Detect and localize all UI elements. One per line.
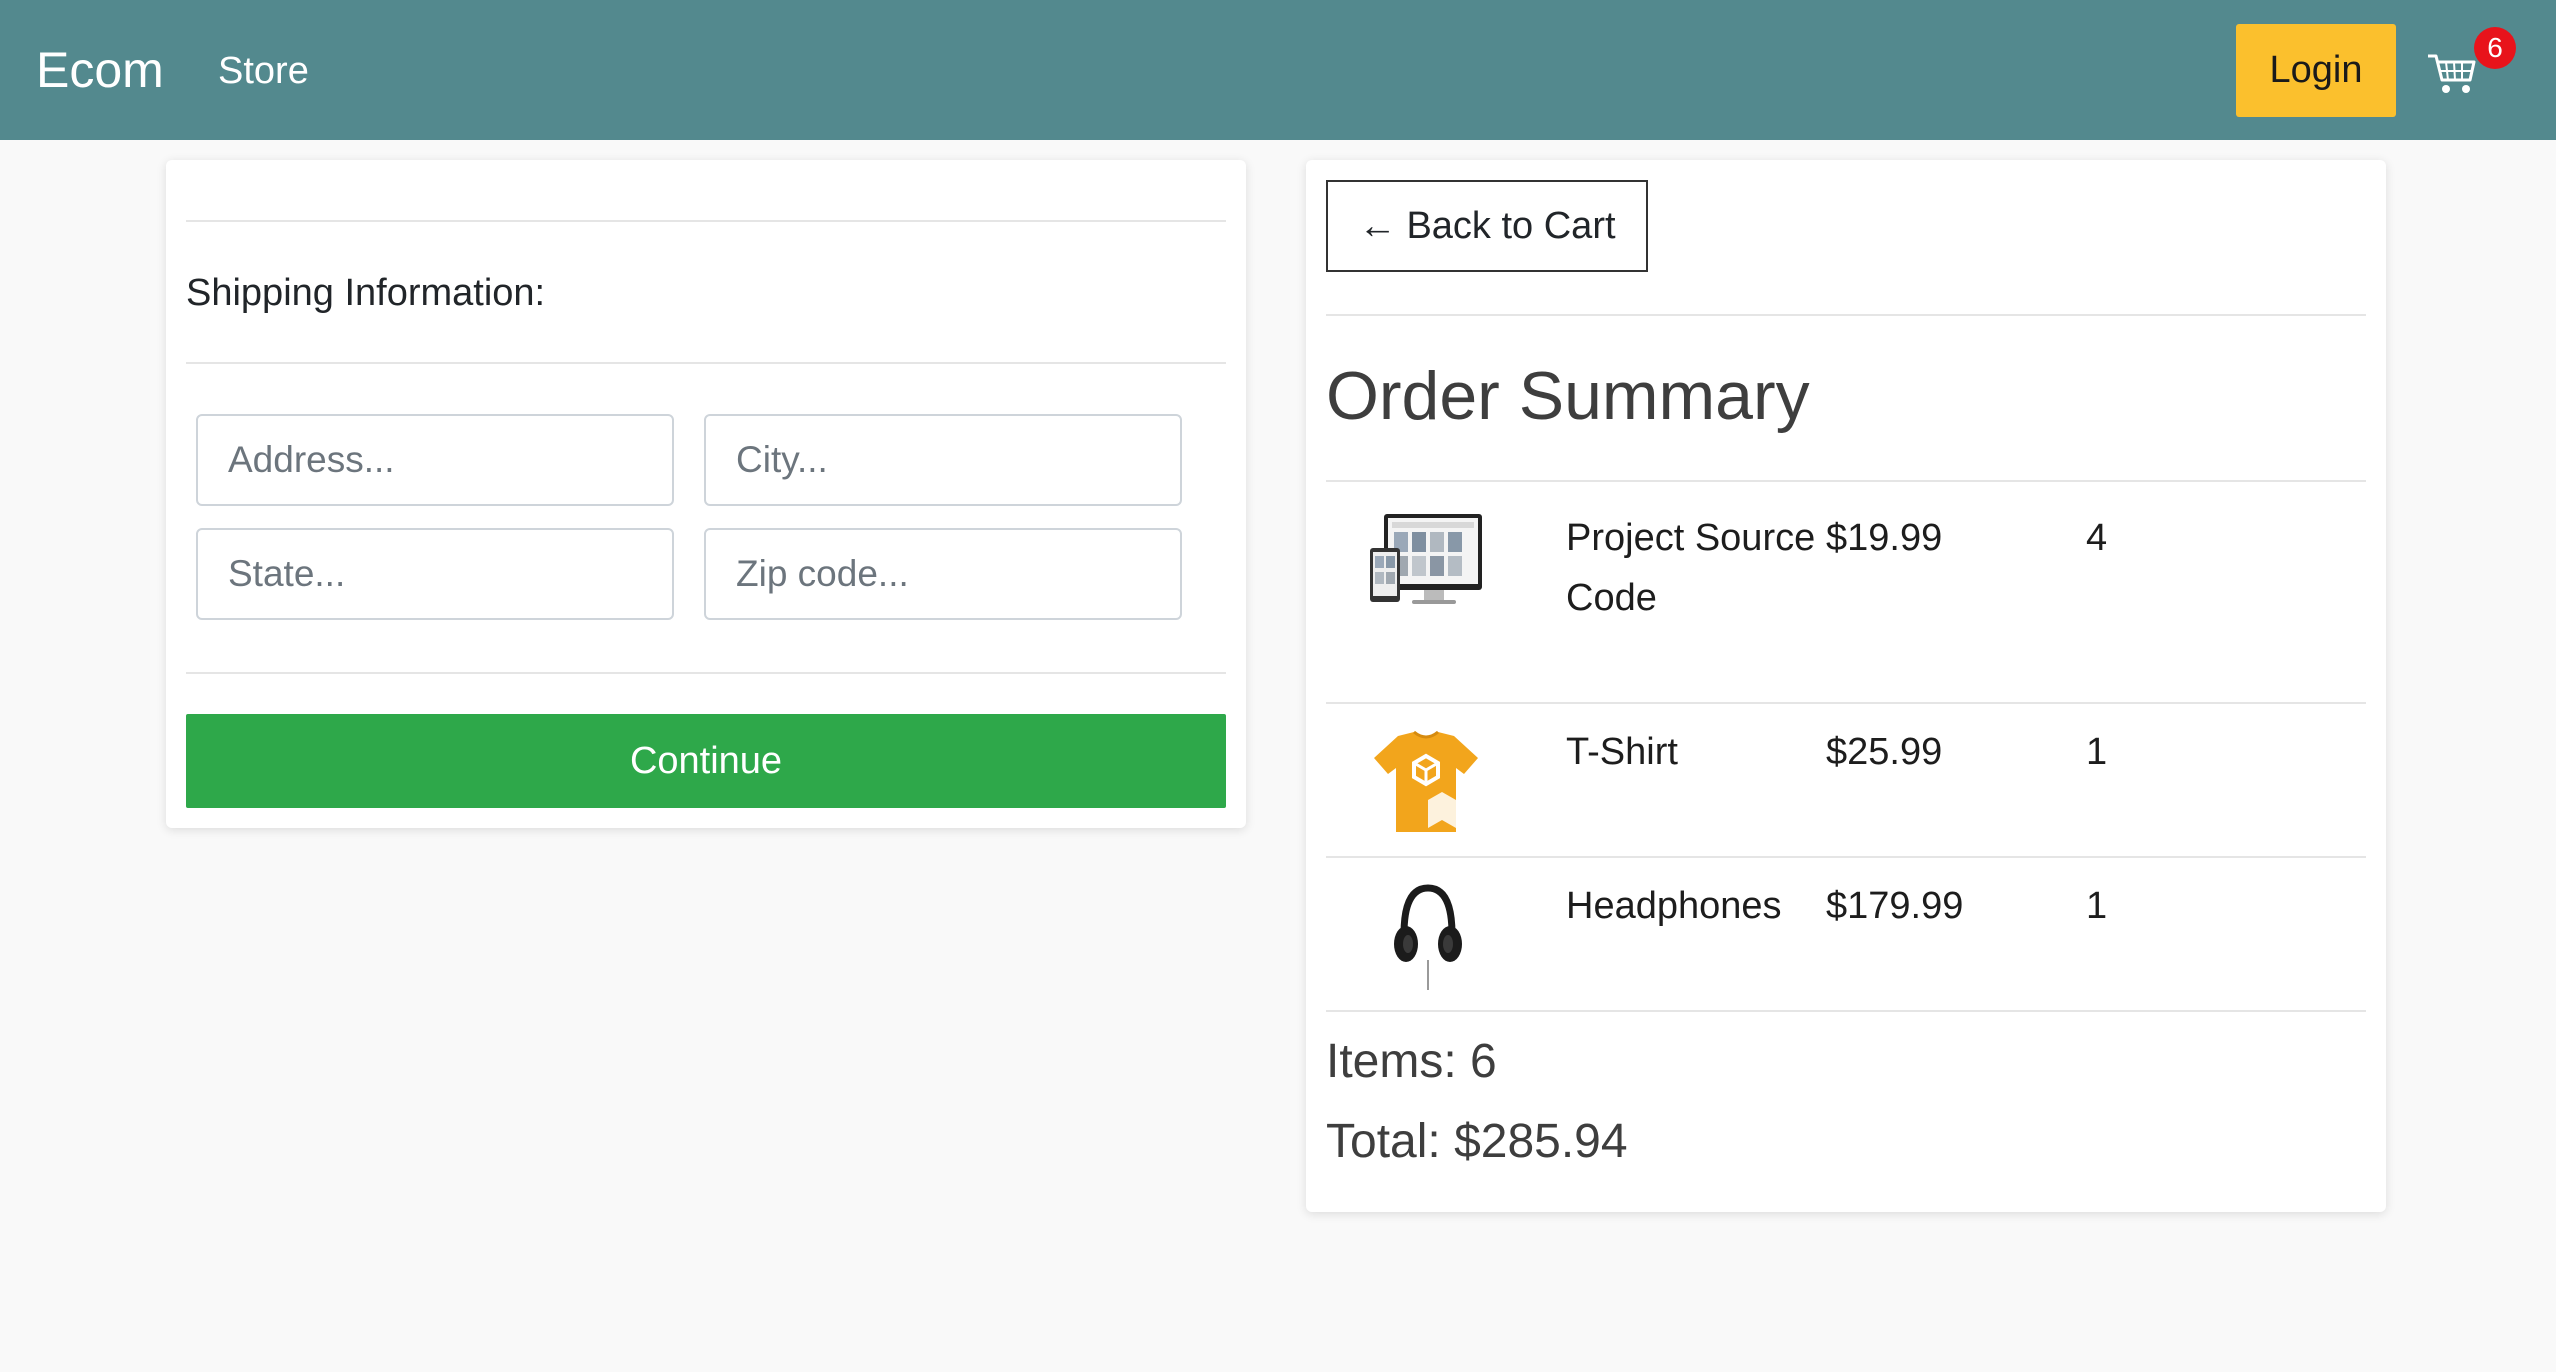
cart-count-badge: 6 bbox=[2474, 27, 2516, 69]
navbar: Ecom Store Login 6 bbox=[0, 0, 2556, 140]
shipping-form-card: Shipping Information: Continue bbox=[166, 160, 1246, 828]
items-count: Items: 6 bbox=[1326, 1035, 1497, 1088]
order-total: Total: $285.94 bbox=[1326, 1115, 1628, 1168]
store-link[interactable]: Store bbox=[218, 48, 309, 94]
divider bbox=[186, 220, 1226, 222]
list-item: Headphones $179.99 1 bbox=[1326, 882, 2366, 994]
item-name: T-Shirt bbox=[1566, 731, 1678, 773]
login-button[interactable]: Login bbox=[2236, 24, 2396, 117]
divider bbox=[186, 672, 1226, 674]
back-to-cart-button[interactable]: ← Back to Cart bbox=[1326, 180, 1648, 272]
headphones-image bbox=[1394, 884, 1462, 990]
item-price: $179.99 bbox=[1826, 885, 1964, 927]
back-to-cart-label: Back to Cart bbox=[1406, 204, 1616, 247]
arrow-left-icon: ← bbox=[1358, 205, 1397, 247]
divider bbox=[1326, 314, 2366, 316]
list-item: Project Source Code $19.99 4 bbox=[1326, 508, 2366, 678]
order-summary-title: Order Summary bbox=[1326, 358, 1810, 434]
address-input[interactable] bbox=[196, 414, 674, 506]
city-input[interactable] bbox=[704, 414, 1182, 506]
continue-button[interactable]: Continue bbox=[186, 714, 1226, 808]
item-name: Project Source Code bbox=[1566, 517, 1816, 619]
divider bbox=[1326, 480, 2366, 482]
divider bbox=[186, 362, 1226, 364]
divider bbox=[1326, 856, 2366, 858]
item-price: $19.99 bbox=[1826, 517, 1943, 559]
item-quantity: 4 bbox=[2086, 517, 2108, 559]
state-input[interactable] bbox=[196, 528, 674, 620]
divider bbox=[1326, 1010, 2366, 1012]
yellow-tshirt-image bbox=[1374, 730, 1478, 832]
item-name: Headphones bbox=[1566, 885, 1782, 927]
item-quantity: 1 bbox=[2086, 731, 2108, 773]
item-price: $25.99 bbox=[1826, 731, 1943, 773]
cart-icon[interactable] bbox=[2426, 50, 2478, 96]
list-item: T-Shirt $25.99 1 bbox=[1326, 728, 2366, 838]
order-summary-card: ← Back to Cart Order Summary Project Sou… bbox=[1306, 160, 2386, 1212]
item-quantity: 1 bbox=[2086, 885, 2108, 927]
shipping-heading: Shipping Information: bbox=[186, 272, 546, 314]
divider bbox=[1326, 702, 2366, 704]
website-mockup-image bbox=[1370, 514, 1482, 604]
zip-input[interactable] bbox=[704, 528, 1182, 620]
brand-logo[interactable]: Ecom bbox=[36, 40, 164, 100]
